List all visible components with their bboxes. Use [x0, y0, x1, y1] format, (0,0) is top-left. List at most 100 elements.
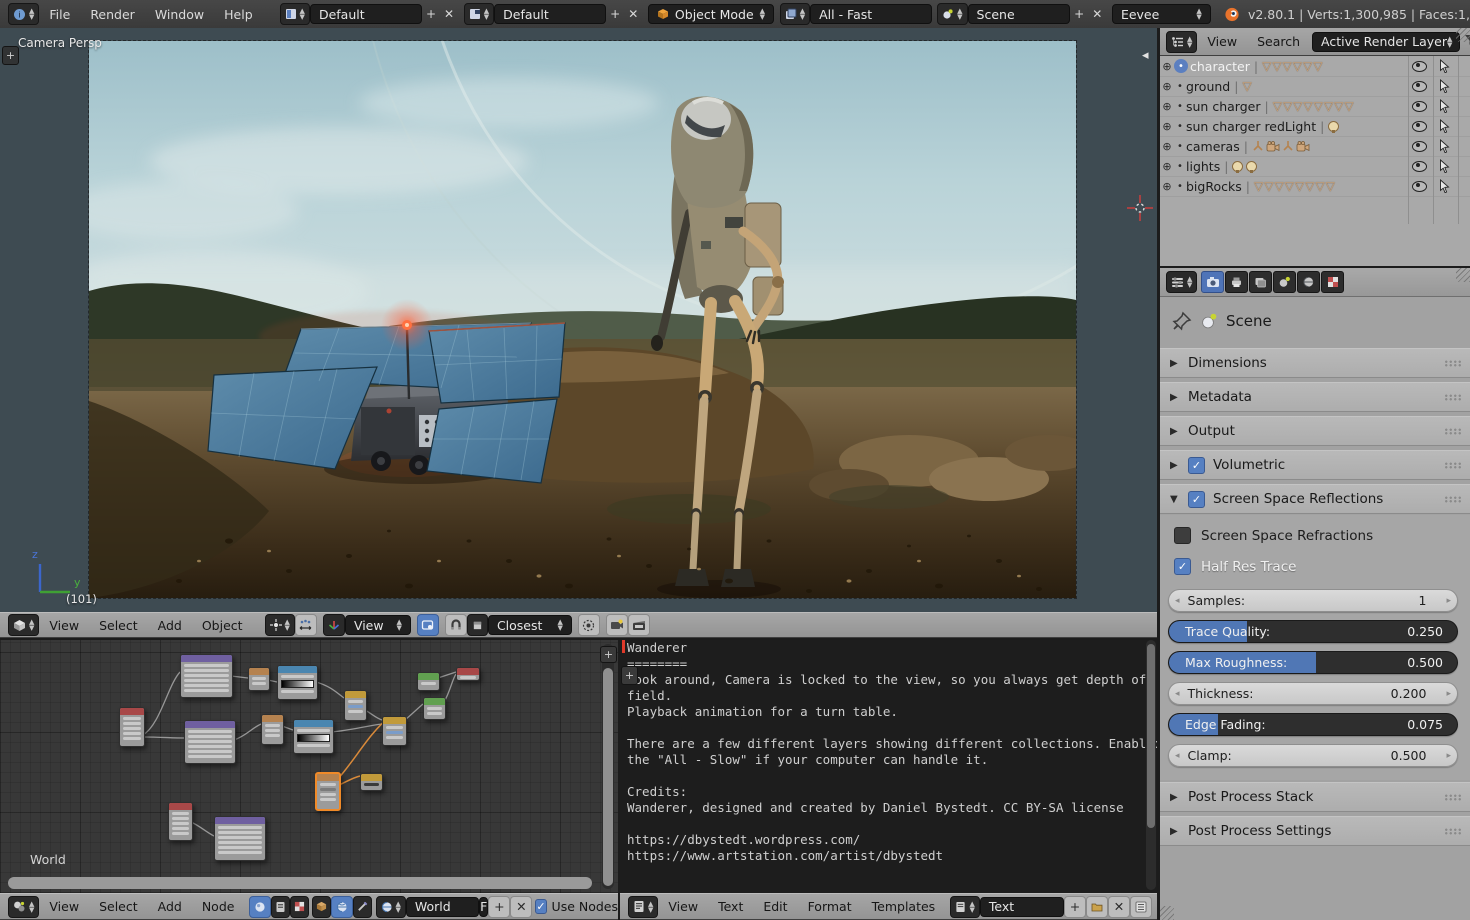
shader-type-data-toggle[interactable]	[271, 896, 290, 918]
shader-node-mix-3[interactable]	[360, 773, 383, 791]
viewport-3d[interactable]: Camera Persp + ◂ z y (101)	[0, 28, 1158, 612]
workspace-delete-icon[interactable]: ✕	[440, 7, 458, 21]
increment-icon[interactable]: ▸	[1446, 689, 1451, 699]
text-new-button[interactable]: +	[1064, 896, 1086, 918]
increment-icon[interactable]: ▸	[1446, 751, 1451, 761]
shader-node-background-2[interactable]	[423, 697, 446, 720]
snap-target-dropdown[interactable]: Closest ▲▼	[488, 615, 572, 635]
corner-resize-handle[interactable]	[1160, 906, 1174, 920]
layout-field[interactable]: Default	[494, 4, 606, 24]
info-editor-type-button[interactable]: i ▲▼	[8, 3, 39, 25]
shader-node-background-1[interactable]	[417, 672, 440, 691]
tab-render[interactable]	[1201, 271, 1224, 293]
text-datablock-icon-button[interactable]: ▲▼	[950, 896, 979, 918]
workspace-add-icon[interactable]: +	[422, 7, 440, 21]
shader-context-linestyle-toggle[interactable]	[353, 896, 372, 918]
expand-icon[interactable]: ⊕	[1160, 180, 1174, 193]
collection-name[interactable]: character	[1190, 59, 1250, 74]
decrement-icon[interactable]: ◂	[1175, 596, 1180, 606]
shader-node-envtexture-selected[interactable]	[315, 772, 341, 811]
orientation-dropdown[interactable]: View ▲▼	[345, 615, 411, 635]
shader-node-mapping-3[interactable]	[214, 816, 266, 861]
text-menu-view[interactable]: View	[658, 899, 708, 914]
halfres-checkbox[interactable]: ✓	[1174, 558, 1191, 575]
cursor-pointer-icon[interactable]	[1439, 139, 1450, 153]
cursor-pointer-icon[interactable]	[1439, 159, 1450, 173]
panel-drag-grip[interactable]	[1444, 496, 1462, 503]
shader-node-world-output[interactable]	[456, 667, 480, 681]
render-clapper-icon[interactable]	[628, 614, 650, 636]
toolbar-expand-button[interactable]: +	[2, 46, 19, 65]
menu-window[interactable]: Window	[145, 7, 214, 22]
world-new-button[interactable]: +	[488, 896, 510, 918]
shader-node-texcoord[interactable]	[119, 707, 145, 747]
panel-output[interactable]: ▶ Output	[1160, 416, 1470, 446]
scene-add-icon[interactable]: +	[1070, 7, 1088, 21]
shader-node-tex-2[interactable]	[261, 714, 284, 745]
panel-post-process-settings[interactable]: ▶ Post Process Settings	[1160, 816, 1470, 846]
node-menu-view[interactable]: View	[39, 899, 89, 914]
world-datablock-icon-button[interactable]: ▲▼	[376, 896, 406, 918]
cursor-pointer-icon[interactable]	[1439, 59, 1450, 73]
layout-delete-icon[interactable]: ✕	[624, 7, 642, 21]
pivot-point-dropdown[interactable]: ▲▼	[265, 614, 295, 636]
panel-drag-grip[interactable]	[1444, 828, 1462, 835]
eye-icon[interactable]	[1412, 181, 1427, 192]
increment-icon[interactable]: ▸	[1446, 596, 1451, 606]
panel-ssr[interactable]: ▼ ✓ Screen Space Reflections	[1160, 484, 1470, 514]
outliner-editor-type-button[interactable]: ▲▼	[1166, 31, 1197, 53]
use-nodes-checkbox[interactable]: ✓	[535, 899, 546, 914]
text-editor[interactable]: Wanderer========Look around, Camera is l…	[620, 638, 1158, 893]
shader-node-tex-1[interactable]	[248, 667, 270, 691]
node-editor-type-button[interactable]: ▲▼	[8, 896, 39, 918]
layout-add-icon[interactable]: +	[606, 7, 624, 21]
vertical-splitter-main[interactable]	[1157, 28, 1160, 920]
node-hscrollbar[interactable]	[8, 877, 592, 889]
shader-node-mix-2[interactable]	[382, 716, 407, 746]
menu-help[interactable]: Help	[214, 7, 263, 22]
fake-user-button[interactable]: F	[479, 897, 488, 917]
world-datablock-field[interactable]: World	[406, 897, 479, 917]
text-menu-format[interactable]: Format	[798, 899, 862, 914]
cursor-pointer-icon[interactable]	[1439, 79, 1450, 93]
viewport-editor-type-button[interactable]: ▲▼	[8, 614, 39, 636]
shader-node-mix-1[interactable]	[344, 690, 367, 721]
vertical-splitter-bottom[interactable]	[618, 638, 620, 920]
properties-editor-type-button[interactable]: ▲▼	[1166, 271, 1197, 293]
volumetric-checkbox[interactable]: ✓	[1188, 457, 1205, 474]
collection-name[interactable]: sun charger	[1186, 99, 1260, 114]
eye-icon[interactable]	[1412, 121, 1427, 132]
view-layer-field[interactable]: All - Fast	[810, 4, 931, 24]
text-menu-templates[interactable]: Templates	[862, 899, 946, 914]
eye-icon[interactable]	[1412, 81, 1427, 92]
panel-drag-grip[interactable]	[1444, 360, 1462, 367]
edge-fading-slider[interactable]: Edge Fading: 0.075	[1168, 713, 1458, 736]
cursor-pointer-icon[interactable]	[1439, 119, 1450, 133]
text-props-expand-button[interactable]: +	[621, 666, 638, 685]
cursor-pointer-icon[interactable]	[1439, 179, 1450, 193]
shader-node-mapping-1[interactable]	[180, 654, 233, 698]
eye-icon[interactable]	[1412, 141, 1427, 152]
active-camera-icon[interactable]	[606, 614, 628, 636]
mode-dropdown[interactable]: Object Mode ▲▼	[648, 4, 774, 24]
text-open-button[interactable]	[1086, 896, 1108, 918]
corner-resize-handle[interactable]	[1456, 268, 1470, 282]
gizmo-visibility-toggle[interactable]	[417, 614, 439, 636]
decrement-icon[interactable]: ◂	[1175, 751, 1180, 761]
shader-context-object-toggle[interactable]	[312, 896, 331, 918]
node-menu-add[interactable]: Add	[148, 899, 192, 914]
shader-node-colorramp-1[interactable]	[277, 665, 318, 700]
pin-icon[interactable]	[1172, 311, 1192, 331]
shader-node-texcoord-2[interactable]	[168, 802, 193, 841]
expand-icon[interactable]: ⊕	[1160, 160, 1174, 173]
horizontal-splitter[interactable]	[0, 638, 1158, 640]
panel-metadata[interactable]: ▶ Metadata	[1160, 382, 1470, 412]
node-sidebar-expand-button[interactable]: +	[600, 646, 617, 663]
node-menu-select[interactable]: Select	[89, 899, 148, 914]
panel-post-process-stack[interactable]: ▶ Post Process Stack	[1160, 782, 1470, 812]
horizontal-splitter-right[interactable]	[1160, 266, 1470, 268]
snap-magnet-icon[interactable]	[445, 614, 467, 636]
text-unlink-button[interactable]: ✕	[1108, 896, 1130, 918]
shader-node-mapping-2[interactable]	[184, 720, 236, 764]
proportional-edit-toggle[interactable]	[578, 614, 600, 636]
